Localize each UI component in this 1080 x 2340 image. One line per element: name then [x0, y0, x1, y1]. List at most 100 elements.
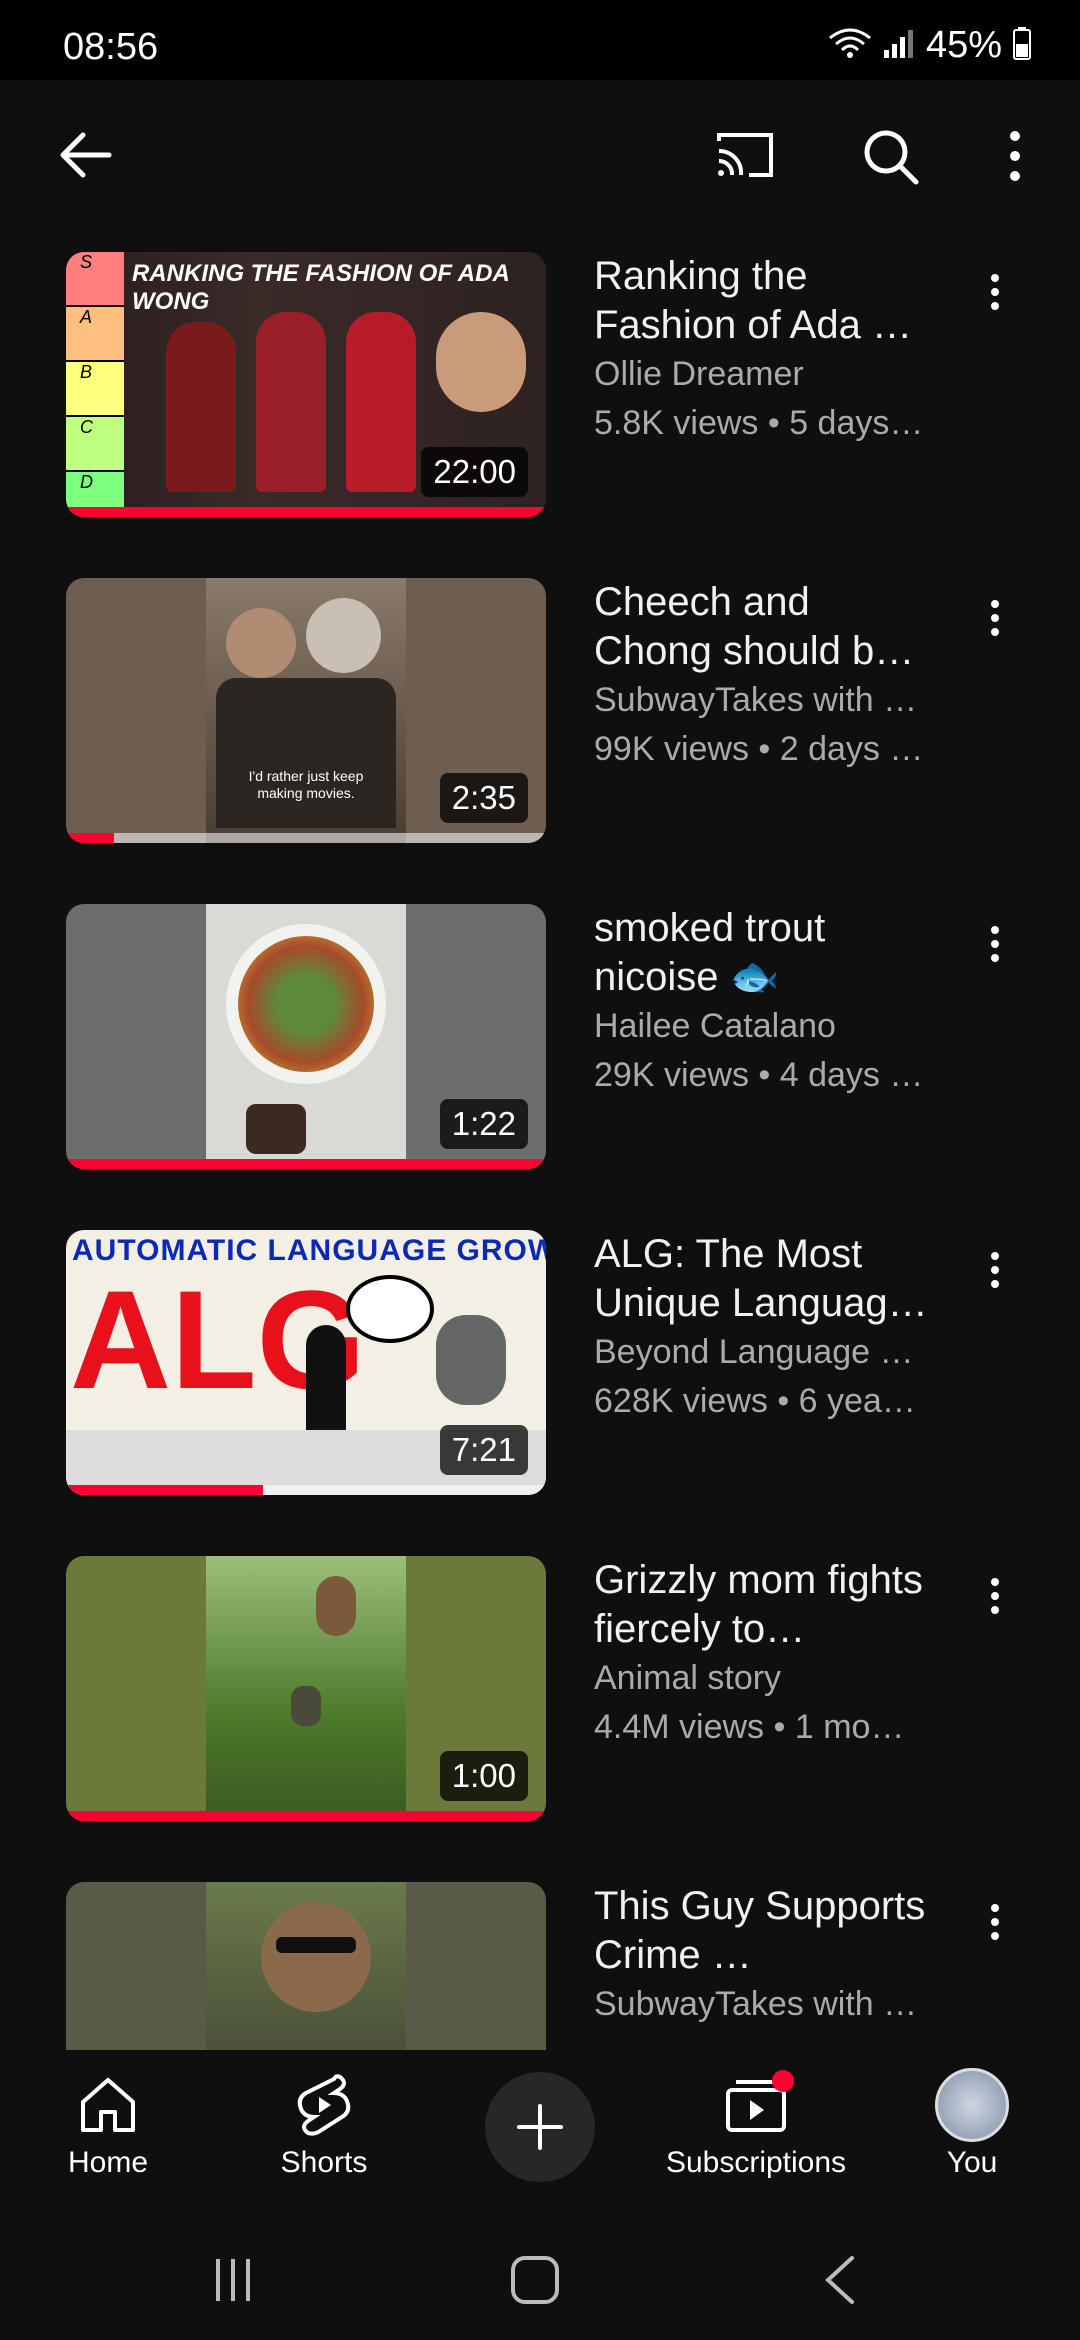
- nav-shorts[interactable]: Shorts: [224, 2070, 424, 2200]
- nav-subscriptions-label: Subscriptions: [665, 2146, 847, 2179]
- search-button[interactable]: [850, 118, 930, 194]
- nav-home-label: Home: [67, 2146, 149, 2179]
- video-thumbnail[interactable]: [66, 1882, 546, 2050]
- video-menu-button[interactable]: [975, 1892, 1015, 1952]
- video-thumbnail[interactable]: I'd rather just keep making movies. 2:35: [66, 578, 546, 843]
- nav-shorts-label: Shorts: [280, 2146, 368, 2179]
- plus-icon: [517, 2104, 563, 2150]
- video-title[interactable]: Grizzly mom fights fiercely to…: [594, 1556, 934, 1654]
- video-stats: 99K views • 2 days …: [594, 730, 924, 768]
- nav-you[interactable]: You: [872, 2068, 1072, 2200]
- subscriptions-icon: [656, 2070, 856, 2140]
- signal-icon: [882, 26, 916, 65]
- wifi-icon: [828, 26, 872, 65]
- watch-progress-bar: [66, 833, 546, 843]
- watch-progress-bar: [66, 507, 546, 517]
- video-thumbnail[interactable]: AUTOMATIC LANGUAGE GROWTH ALG 7:21: [66, 1230, 546, 1495]
- video-item[interactable]: AUTOMATIC LANGUAGE GROWTH ALG 7:21 ALG: …: [0, 1230, 1080, 1530]
- tier-label: S: [66, 252, 124, 307]
- avatar: [872, 2068, 1072, 2142]
- home-system-button[interactable]: [495, 2250, 575, 2310]
- channel-name: Ollie Dreamer: [594, 355, 804, 393]
- create-button[interactable]: [485, 2072, 595, 2182]
- tier-label: C: [66, 417, 124, 472]
- thumbnail-caption: I'd rather just keep making movies.: [248, 768, 364, 801]
- video-menu-button[interactable]: [975, 1240, 1015, 1300]
- channel-name: SubwayTakes with …: [594, 1985, 918, 2023]
- video-duration: 7:21: [439, 1425, 528, 1475]
- recent-apps-button[interactable]: [193, 2250, 273, 2310]
- video-title[interactable]: This Guy Supports Crime …: [594, 1882, 934, 1980]
- nav-you-label: You: [946, 2146, 998, 2179]
- video-title[interactable]: ALG: The Most Unique Languag…: [594, 1230, 934, 1328]
- video-item[interactable]: S A B C D RANKING THE FASHION OF ADA WON…: [0, 252, 1080, 552]
- back-button[interactable]: [50, 120, 120, 190]
- home-square-icon: [511, 2256, 559, 2304]
- video-thumbnail[interactable]: 1:22: [66, 904, 546, 1169]
- tier-label: B: [66, 362, 124, 417]
- video-item[interactable]: 1:00 Grizzly mom fights fiercely to… Ani…: [0, 1556, 1080, 1856]
- more-vert-icon: [991, 1252, 999, 1288]
- video-menu-button[interactable]: [975, 1566, 1015, 1626]
- video-menu-button[interactable]: [975, 914, 1015, 974]
- video-menu-button[interactable]: [975, 588, 1015, 648]
- video-title[interactable]: Cheech and Chong should b…: [594, 578, 934, 676]
- watch-progress-bar: [66, 1485, 546, 1495]
- status-bar: 08:56 45%: [0, 0, 1080, 80]
- more-vert-icon: [991, 926, 999, 962]
- system-back-button[interactable]: [800, 2250, 880, 2310]
- video-duration: 22:00: [421, 447, 528, 497]
- video-list: S A B C D RANKING THE FASHION OF ADA WON…: [0, 250, 1080, 2050]
- nav-home[interactable]: Home: [8, 2070, 208, 2200]
- shorts-icon: [224, 2070, 424, 2140]
- thumbnail-caption: RANKING THE FASHION OF ADA WONG: [132, 260, 509, 315]
- bottom-navigation: Home Shorts Subscriptions You: [0, 2050, 1080, 2220]
- watch-progress-bar: [66, 1811, 546, 1821]
- video-duration: 1:22: [439, 1099, 528, 1149]
- watch-progress-fill: [66, 1159, 546, 1169]
- app-bar: [0, 80, 1080, 230]
- chevron-left-icon: [825, 2256, 854, 2304]
- watch-progress-fill: [66, 1485, 263, 1495]
- battery-percent: 45%: [925, 24, 1002, 66]
- channel-name: Animal story: [594, 1659, 782, 1697]
- video-item[interactable]: I'd rather just keep making movies. 2:35…: [0, 578, 1080, 878]
- video-item[interactable]: 1:22 smoked trout nicoise 🐟 Hailee Catal…: [0, 904, 1080, 1204]
- more-vert-icon: [991, 1578, 999, 1614]
- video-title[interactable]: smoked trout nicoise 🐟: [594, 904, 934, 1002]
- channel-name: Beyond Language …: [594, 1333, 914, 1371]
- nav-subscriptions[interactable]: Subscriptions: [656, 2070, 856, 2200]
- watch-progress-bar: [66, 1159, 546, 1169]
- video-meta: smoked trout nicoise 🐟 Hailee Catalano 2…: [594, 904, 934, 1100]
- arrow-left-icon: [60, 132, 112, 178]
- battery-icon: [1012, 26, 1032, 65]
- channel-name: SubwayTakes with …: [594, 681, 918, 719]
- video-meta: Grizzly mom fights fiercely to… Animal s…: [594, 1556, 934, 1752]
- more-vert-icon: [1010, 131, 1020, 181]
- status-icons: 45%: [828, 24, 1032, 67]
- more-vert-icon: [991, 274, 999, 310]
- system-navigation-bar: [0, 2220, 1080, 2340]
- channel-name: Hailee Catalano: [594, 1007, 836, 1045]
- tier-label: A: [66, 307, 124, 362]
- video-stats: 628K views • 6 yea…: [594, 1382, 916, 1420]
- more-vert-icon: [991, 1904, 999, 1940]
- watch-progress-fill: [66, 1811, 546, 1821]
- video-duration: 2:35: [439, 773, 528, 823]
- search-icon: [864, 130, 919, 185]
- video-item[interactable]: This Guy Supports Crime … SubwayTakes wi…: [0, 1882, 1080, 2050]
- more-options-button[interactable]: [985, 118, 1045, 194]
- video-title[interactable]: Ranking the Fashion of Ada …: [594, 252, 934, 350]
- cast-button[interactable]: [705, 120, 785, 190]
- video-stats: 29K views • 4 days …: [594, 1056, 924, 1094]
- more-vert-icon: [991, 600, 999, 636]
- video-stats: 5.8K views • 5 days…: [594, 404, 924, 442]
- video-stats: 4.4M views • 1 mo…: [594, 1708, 905, 1746]
- video-meta: ALG: The Most Unique Languag… Beyond Lan…: [594, 1230, 934, 1426]
- notification-dot: [772, 2070, 794, 2092]
- watch-progress-fill: [66, 833, 114, 843]
- video-thumbnail[interactable]: S A B C D RANKING THE FASHION OF ADA WON…: [66, 252, 546, 517]
- cast-icon: [717, 133, 773, 177]
- video-menu-button[interactable]: [975, 262, 1015, 322]
- video-thumbnail[interactable]: 1:00: [66, 1556, 546, 1821]
